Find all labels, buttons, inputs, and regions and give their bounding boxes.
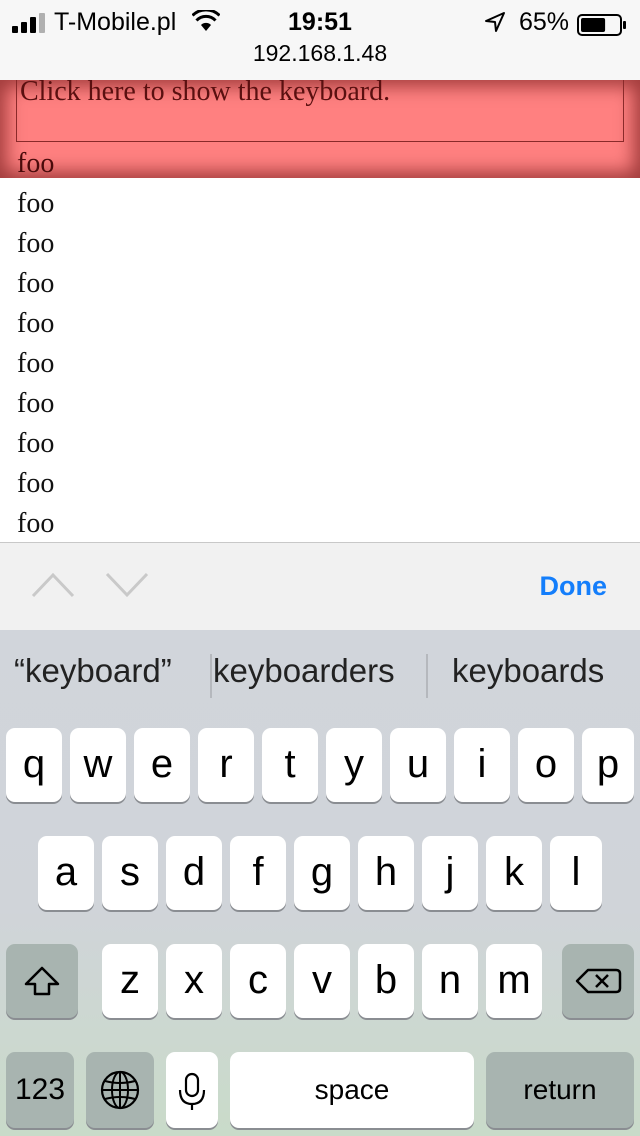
key-c[interactable]: c — [230, 944, 286, 1018]
previous-field-chevron-up-icon[interactable] — [30, 571, 76, 599]
list-item: foo — [17, 148, 55, 179]
list-item: foo — [17, 308, 55, 339]
globe-key[interactable] — [86, 1052, 154, 1128]
text-input-value[interactable]: Click here to show the keyboard. — [20, 80, 390, 108]
key-u[interactable]: u — [390, 728, 446, 802]
suggestion-quoted[interactable]: “keyboard” — [14, 652, 172, 690]
key-y[interactable]: y — [326, 728, 382, 802]
backspace-icon — [575, 968, 622, 994]
battery-percent: 65% — [519, 8, 570, 36]
web-content: Click here to show the keyboard. foo foo… — [0, 80, 640, 542]
key-d[interactable]: d — [166, 836, 222, 910]
list-item: foo — [17, 388, 55, 419]
shift-arrow-icon — [24, 966, 60, 996]
list-item: foo — [17, 428, 55, 459]
list-item: foo — [17, 188, 55, 219]
key-k[interactable]: k — [486, 836, 542, 910]
key-z[interactable]: z — [102, 944, 158, 1018]
location-arrow-icon — [485, 12, 505, 32]
list-item: foo — [17, 268, 55, 299]
key-l[interactable]: l — [550, 836, 602, 910]
suggestion-divider — [426, 654, 428, 698]
suggestion-divider — [210, 654, 212, 698]
dictation-key[interactable] — [166, 1052, 218, 1128]
status-bar: T-Mobile.pl 19:51 65% 192.168.1.48 — [0, 0, 640, 80]
globe-icon — [100, 1070, 140, 1110]
key-f[interactable]: f — [230, 836, 286, 910]
list-item: foo — [17, 228, 55, 259]
key-w[interactable]: w — [70, 728, 126, 802]
key-v[interactable]: v — [294, 944, 350, 1018]
key-m[interactable]: m — [486, 944, 542, 1018]
key-s[interactable]: s — [102, 836, 158, 910]
key-i[interactable]: i — [454, 728, 510, 802]
key-q[interactable]: q — [6, 728, 62, 802]
key-r[interactable]: r — [198, 728, 254, 802]
microphone-icon — [178, 1072, 206, 1110]
list-item: foo — [17, 508, 55, 539]
key-h[interactable]: h — [358, 836, 414, 910]
battery-icon — [577, 14, 626, 36]
key-x[interactable]: x — [166, 944, 222, 1018]
key-g[interactable]: g — [294, 836, 350, 910]
key-e[interactable]: e — [134, 728, 190, 802]
done-button[interactable]: Done — [540, 571, 608, 602]
form-accessory-bar: Done — [0, 542, 640, 630]
key-t[interactable]: t — [262, 728, 318, 802]
list-item: foo — [17, 348, 55, 379]
key-a[interactable]: a — [38, 836, 94, 910]
space-key[interactable]: space — [230, 1052, 474, 1128]
next-field-chevron-down-icon[interactable] — [104, 571, 150, 599]
key-p[interactable]: p — [582, 728, 634, 802]
suggestion-right[interactable]: keyboards — [452, 652, 604, 690]
numbers-key[interactable]: 123 — [6, 1052, 74, 1128]
key-o[interactable]: o — [518, 728, 574, 802]
list-item: foo — [17, 468, 55, 499]
predictive-bar: “keyboard” keyboarders keyboards — [0, 630, 640, 718]
suggestion-middle[interactable]: keyboarders — [213, 652, 395, 690]
keyboard: “keyboard” keyboarders keyboards q w e r… — [0, 630, 640, 1136]
key-j[interactable]: j — [422, 836, 478, 910]
return-key[interactable]: return — [486, 1052, 634, 1128]
key-b[interactable]: b — [358, 944, 414, 1018]
backspace-key[interactable] — [562, 944, 634, 1018]
shift-key[interactable] — [6, 944, 78, 1018]
address-bar-url[interactable]: 192.168.1.48 — [0, 40, 640, 67]
key-n[interactable]: n — [422, 944, 478, 1018]
